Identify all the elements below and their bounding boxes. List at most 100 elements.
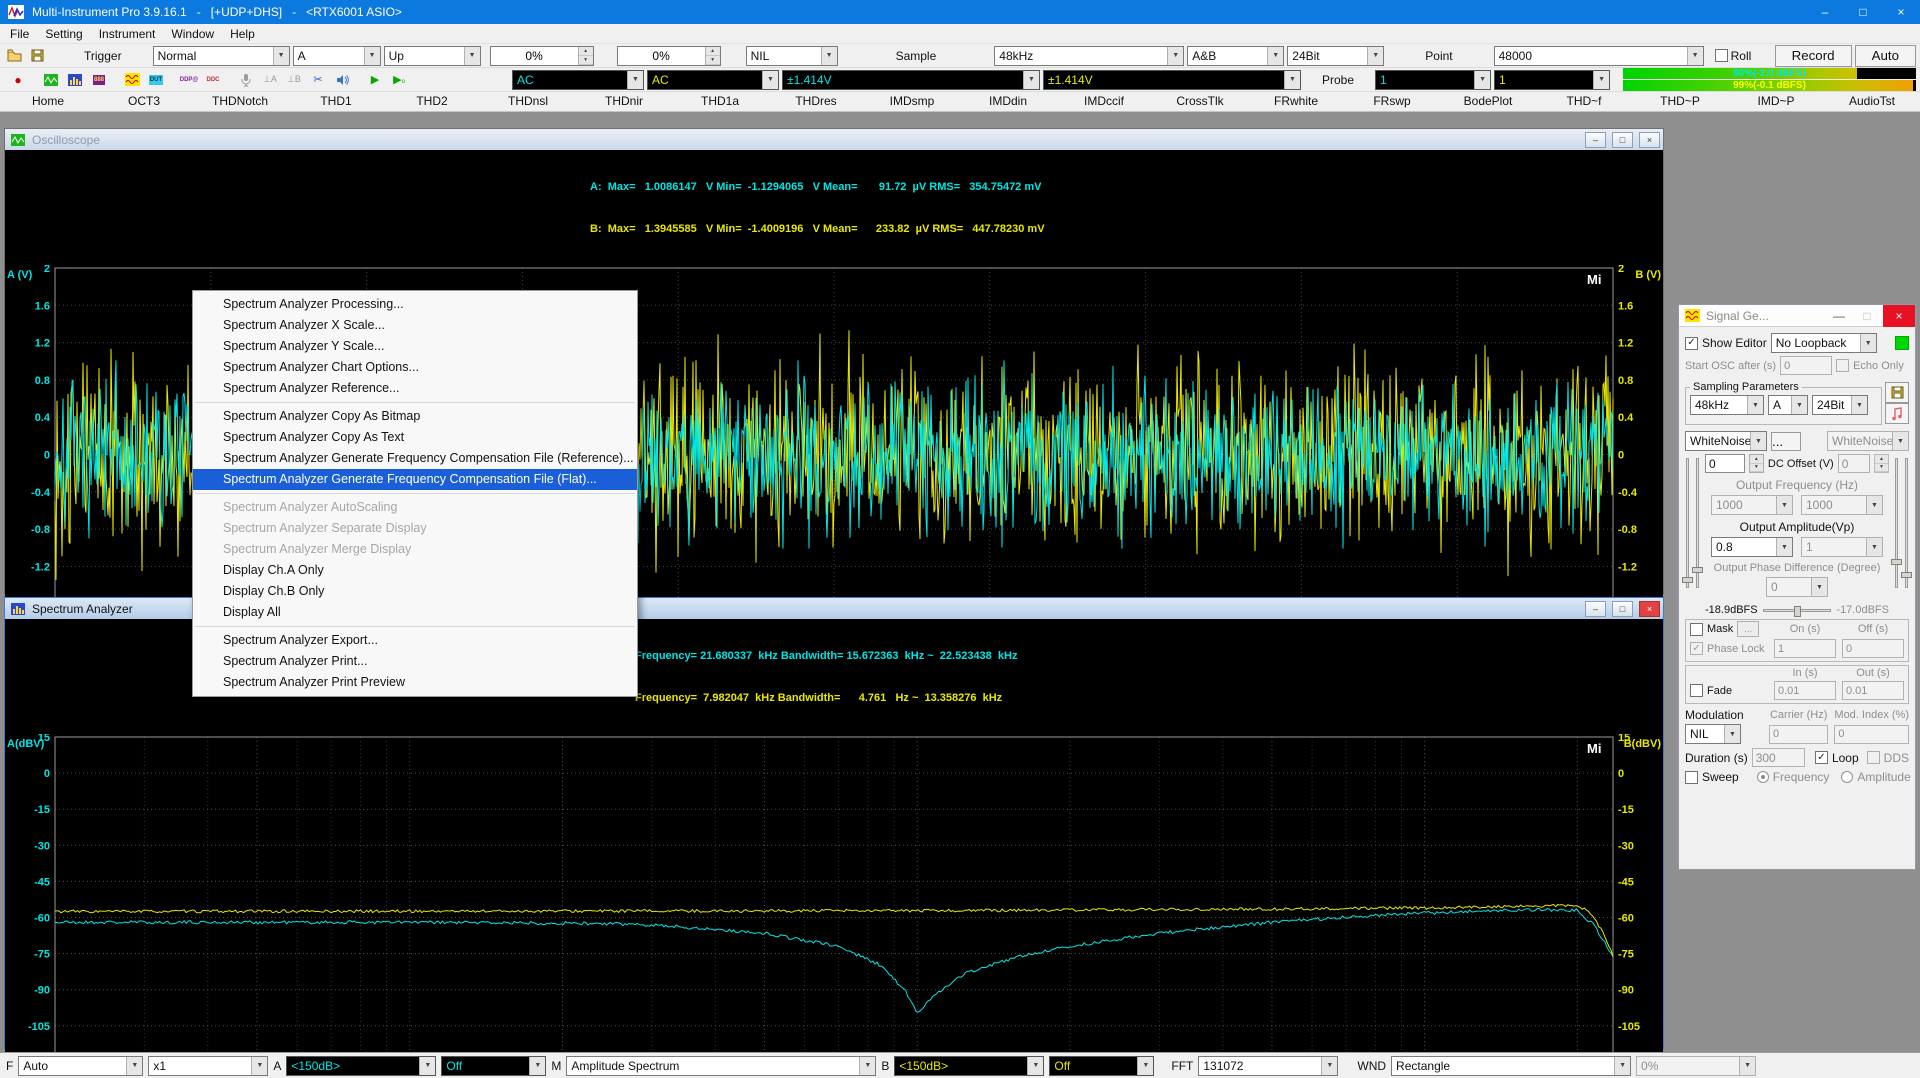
frequency-mode-select[interactable]: Auto	[18, 1056, 143, 1076]
chevron-down-icon[interactable]	[1791, 396, 1807, 414]
run-dut-icon[interactable]: ▶o	[389, 71, 409, 89]
chevron-down-icon[interactable]	[126, 1057, 142, 1075]
menu-item[interactable]: Spectrum Analyzer Copy As Text	[193, 427, 637, 448]
sample-bits-select[interactable]: 24Bit	[1287, 46, 1384, 66]
menu-file[interactable]: File	[2, 27, 37, 41]
show-editor-checkbox[interactable]: ✓	[1685, 337, 1698, 350]
coupling-a-select[interactable]: AC	[512, 70, 644, 90]
minimize-button[interactable]: –	[1585, 601, 1606, 617]
chevron-down-icon[interactable]	[251, 1057, 267, 1075]
open-file-icon[interactable]	[4, 47, 24, 65]
run-icon[interactable]: ▶	[365, 71, 385, 89]
signal-generator-titlebar[interactable]: Signal Ge... — □ ×	[1679, 305, 1915, 327]
tab-crosstlk[interactable]: CrossTlk	[1152, 92, 1248, 111]
tab-thdnotch[interactable]: THDNotch	[192, 92, 288, 111]
minimize-button[interactable]: –	[1806, 0, 1844, 24]
tab-thd1[interactable]: THD1	[288, 92, 384, 111]
chevron-down-icon[interactable]	[1747, 396, 1763, 414]
generator-channel-select[interactable]: A	[1768, 395, 1808, 415]
dc-offset-a-input[interactable]: 0	[1705, 454, 1745, 473]
chevron-down-icon[interactable]	[419, 1057, 435, 1075]
b-range-select[interactable]: <150dB>	[894, 1056, 1044, 1076]
zero-a-icon[interactable]: ⊥A	[260, 71, 280, 89]
close-button[interactable]: ×	[1639, 601, 1660, 617]
chevron-down-icon[interactable]	[1614, 1057, 1630, 1075]
chevron-down-icon[interactable]	[1860, 334, 1876, 352]
loop-checkbox[interactable]: ✓	[1815, 751, 1828, 764]
tab-home[interactable]: Home	[0, 92, 96, 111]
tab-thdnir[interactable]: THDnir	[576, 92, 672, 111]
tab-oct3[interactable]: OCT3	[96, 92, 192, 111]
minimize-button[interactable]: —	[1827, 309, 1851, 323]
range-a-select[interactable]: ±1.414V	[782, 70, 1040, 90]
record-icon[interactable]: ●	[8, 71, 28, 89]
probe-a-select[interactable]: 1	[1375, 70, 1491, 90]
fade-checkbox[interactable]: ✓	[1690, 684, 1703, 697]
tab-imdsmp[interactable]: IMDsmp	[864, 92, 960, 111]
more-button[interactable]: ...	[1771, 432, 1801, 451]
window-function-select[interactable]: Rectangle	[1391, 1056, 1631, 1076]
menu-item[interactable]: Display Ch.A Only	[193, 560, 637, 581]
trigger-source-select[interactable]: A	[293, 46, 381, 66]
menu-item[interactable]: Spectrum Analyzer Generate Frequency Com…	[193, 448, 637, 469]
a-range-select[interactable]: <150dB>	[286, 1056, 436, 1076]
balance-slider[interactable]	[1763, 609, 1832, 612]
sample-points-select[interactable]: 48000	[1494, 46, 1704, 66]
menu-item[interactable]: Spectrum Analyzer X Scale...	[193, 315, 637, 336]
a-filter-select[interactable]: Off	[441, 1056, 546, 1076]
chevron-down-icon[interactable]	[1474, 71, 1490, 89]
chevron-down-icon[interactable]	[1267, 47, 1283, 65]
mic-icon[interactable]	[236, 71, 256, 89]
chevron-down-icon[interactable]	[1724, 725, 1740, 743]
chevron-down-icon[interactable]	[859, 1057, 875, 1075]
spectrum-analyzer-icon[interactable]	[65, 71, 85, 89]
tab-thdres[interactable]: THDres	[768, 92, 864, 111]
tab-thd2[interactable]: THD2	[384, 92, 480, 111]
zoom-select[interactable]: x1	[148, 1056, 268, 1076]
chevron-down-icon[interactable]	[821, 47, 837, 65]
menu-item[interactable]: Spectrum Analyzer Copy As Bitmap	[193, 406, 637, 427]
minimize-button[interactable]: –	[1585, 132, 1606, 148]
menu-item[interactable]: Spectrum Analyzer Export...	[193, 630, 637, 651]
chevron-down-icon[interactable]	[364, 47, 380, 65]
coupling-b-select[interactable]: AC	[647, 70, 779, 90]
chevron-down-icon[interactable]	[1023, 71, 1039, 89]
sample-rate-select[interactable]: 48kHz	[994, 46, 1184, 66]
amplitude-slider-b-outer[interactable]	[1905, 458, 1908, 588]
loopback-select[interactable]: No Loopback	[1771, 333, 1877, 353]
multimeter-icon[interactable]: 888	[89, 71, 109, 89]
chevron-down-icon[interactable]	[1776, 538, 1792, 556]
amplitude-slider-b-inner[interactable]	[1895, 458, 1898, 588]
chevron-down-icon[interactable]	[627, 71, 643, 89]
calibration-icon[interactable]: ✂	[308, 71, 328, 89]
close-button[interactable]: ×	[1883, 305, 1915, 327]
trigger-hpf-select[interactable]: NIL	[746, 46, 838, 66]
save-file-icon[interactable]	[27, 47, 47, 65]
menu-item[interactable]: Spectrum Analyzer Reference...	[193, 378, 637, 399]
close-button[interactable]: ×	[1882, 0, 1920, 24]
menu-item[interactable]: Display Ch.B Only	[193, 581, 637, 602]
range-b-select[interactable]: ±1.414V	[1043, 70, 1301, 90]
waveform-a-select[interactable]: WhiteNoise	[1685, 431, 1767, 451]
oscilloscope-icon[interactable]	[41, 71, 61, 89]
restore-button[interactable]: □	[1612, 132, 1633, 148]
trigger-level-input[interactable]: 0%	[490, 46, 594, 66]
menu-item[interactable]: Spectrum Analyzer Processing...	[193, 294, 637, 315]
chevron-down-icon[interactable]	[1027, 1057, 1043, 1075]
chevron-down-icon[interactable]	[1367, 47, 1383, 65]
chevron-down-icon[interactable]	[529, 1057, 545, 1075]
chevron-down-icon[interactable]	[1750, 432, 1766, 450]
restore-button[interactable]: □	[1612, 601, 1633, 617]
ddc-icon[interactable]: DDC	[203, 71, 223, 89]
trigger-mode-select[interactable]: Normal	[153, 46, 290, 66]
tab-audiotst[interactable]: AudioTst	[1824, 92, 1920, 111]
tab-frwhite[interactable]: FRwhite	[1248, 92, 1344, 111]
sweep-checkbox[interactable]: ✓	[1685, 771, 1698, 784]
device-test-plan-icon[interactable]: DUT	[146, 71, 166, 89]
tab-frswp[interactable]: FRswp	[1344, 92, 1440, 111]
trigger-edge-select[interactable]: Up	[384, 46, 481, 66]
menu-item[interactable]: Spectrum Analyzer Print...	[193, 651, 637, 672]
menu-item[interactable]: Display All	[193, 602, 637, 623]
tab-thd1a[interactable]: THD1a	[672, 92, 768, 111]
auto-button[interactable]: Auto	[1855, 45, 1916, 67]
